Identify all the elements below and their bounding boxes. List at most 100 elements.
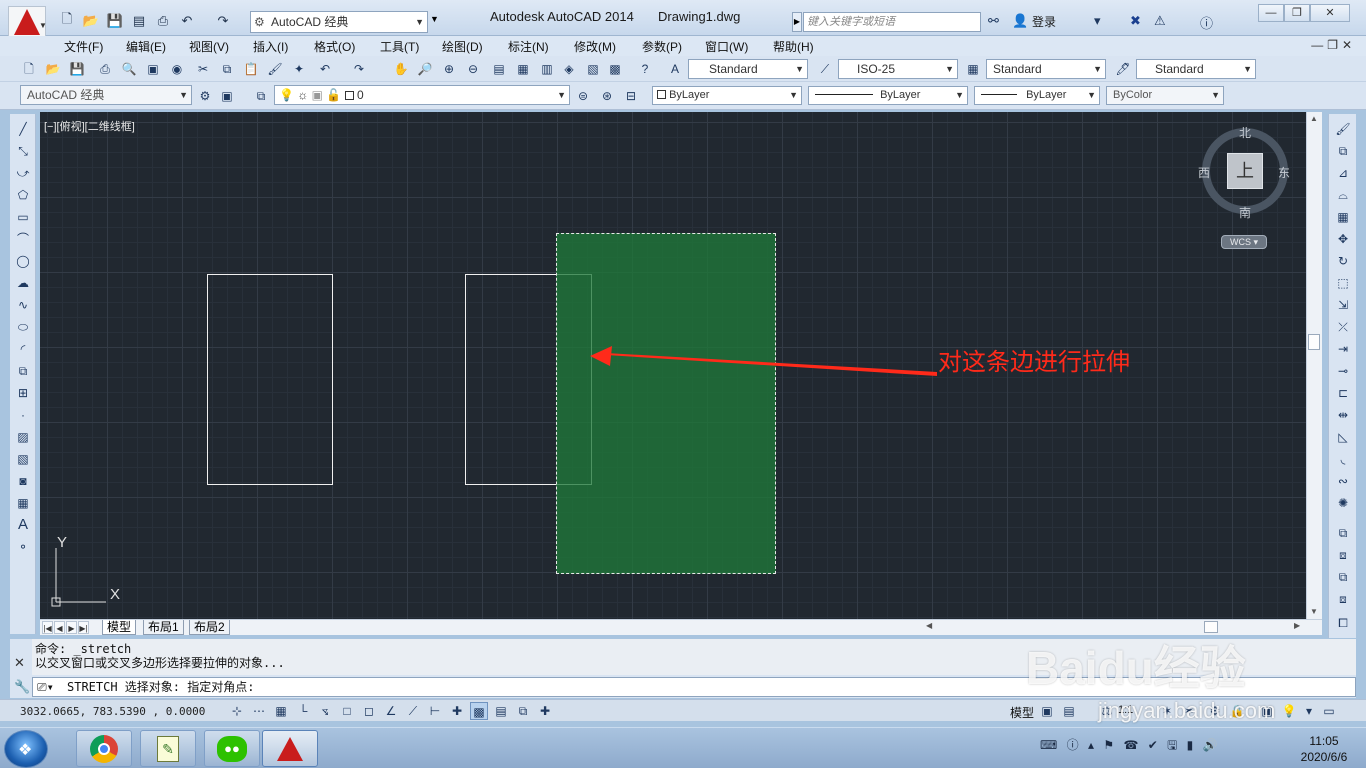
erase-icon[interactable]: 🖌 xyxy=(1334,120,1352,138)
mirror-icon[interactable]: ⊿ xyxy=(1334,164,1352,182)
menu-tools[interactable]: 工具(T) xyxy=(380,38,419,55)
multiline-text-icon[interactable]: A xyxy=(14,516,32,534)
annotation-scale-value[interactable]: 1:1 xyxy=(1118,704,1133,716)
layer-previous-icon[interactable]: ⊛ xyxy=(598,87,616,105)
hatch-icon[interactable]: ▨ xyxy=(14,428,32,446)
close-icon[interactable]: ✕ xyxy=(14,655,25,671)
chamfer-icon[interactable]: ◺ xyxy=(1334,428,1352,446)
stretch-icon[interactable]: ⇲ xyxy=(1334,296,1352,314)
fillet-icon[interactable]: ◟ xyxy=(1334,450,1352,468)
draworder-front-icon[interactable]: ⧉ xyxy=(1334,524,1352,542)
array-icon[interactable]: ▦ xyxy=(1334,208,1352,226)
revision-cloud-icon[interactable]: ☁ xyxy=(14,274,32,292)
offset-icon[interactable]: ⌓ xyxy=(1334,186,1352,204)
dropdown-arrow-icon[interactable]: ▾ xyxy=(1094,13,1101,29)
markup-icon[interactable]: ▧ xyxy=(584,60,602,78)
save-icon[interactable]: 💾 xyxy=(106,12,124,30)
new-icon[interactable]: 🗋 xyxy=(20,60,38,78)
draworder-under-icon[interactable]: ⧈ xyxy=(1334,590,1352,608)
copy-object-icon[interactable]: ⧉ xyxy=(1334,142,1352,160)
menu-help[interactable]: 帮助(H) xyxy=(773,38,814,55)
explode-icon[interactable]: ✺ xyxy=(1334,494,1352,512)
ortho-mode-icon[interactable]: └ xyxy=(294,702,312,720)
workspace-select[interactable]: ⚙ AutoCAD 经典 ▼ xyxy=(250,11,428,33)
break-at-point-icon[interactable]: ⊸ xyxy=(1334,362,1352,380)
grid-display-icon[interactable]: ▦ xyxy=(272,702,290,720)
table-style-select[interactable]: Standard ▼ xyxy=(986,59,1106,79)
menu-file[interactable]: 文件(F) xyxy=(64,38,103,55)
snap-mode-icon[interactable]: ⋯ xyxy=(250,702,268,720)
maximize-button[interactable]: ❐ xyxy=(1284,4,1310,22)
annotation-scale-icon[interactable]: ⚖ xyxy=(1098,702,1116,720)
menu-draw[interactable]: 绘图(D) xyxy=(442,38,483,55)
help-icon[interactable]: ⓘ xyxy=(1200,13,1213,32)
compass-east[interactable]: 东 xyxy=(1278,164,1290,181)
quick-properties-icon[interactable]: ▤ xyxy=(492,702,510,720)
system-tray-icons[interactable]: ⌨ ⓘ ▴ ⚑ ☎ ✔ 🖫 ▮ 🔊 xyxy=(1040,736,1221,757)
match-properties-icon[interactable]: 🖌 xyxy=(266,60,284,78)
new-file-icon[interactable]: 🗋 xyxy=(58,11,76,30)
scroll-up-icon[interactable]: ▲ xyxy=(1310,114,1318,123)
dimension-style-icon[interactable]: ⟋ xyxy=(816,60,834,78)
infer-constraints-icon[interactable]: ⊹ xyxy=(228,702,246,720)
table-icon[interactable]: ▦ xyxy=(14,494,32,512)
copy-icon[interactable]: ⧉ xyxy=(218,60,236,78)
scroll-left-icon[interactable]: ◀ xyxy=(926,621,932,630)
quick-view-drawings-icon[interactable]: ▤ xyxy=(1060,702,1078,720)
polygon-icon[interactable]: ⬠ xyxy=(14,186,32,204)
extend-icon[interactable]: ⇥ xyxy=(1334,340,1352,358)
construction-line-icon[interactable]: ⤡ xyxy=(14,142,32,160)
workspace-settings-icon[interactable]: ⚙ xyxy=(196,87,214,105)
undo-icon[interactable]: ↶ xyxy=(316,60,334,78)
first-tab-icon[interactable]: |◀ xyxy=(42,621,53,634)
viewcube-top-face[interactable]: 上 xyxy=(1227,153,1263,189)
taskbar-autocad[interactable] xyxy=(262,730,318,767)
tab-layout1[interactable]: 布局1 xyxy=(143,620,184,635)
taskbar-clock[interactable]: 11:05 2020/6/6 xyxy=(1296,733,1352,765)
3d-object-snap-icon[interactable]: ◻ xyxy=(360,702,378,720)
scroll-right-icon[interactable]: ▶ xyxy=(1294,621,1300,630)
arc-icon[interactable]: ⌒ xyxy=(14,230,32,248)
compass-south[interactable]: 南 xyxy=(1239,204,1251,221)
sheet-set-icon[interactable]: ◈ xyxy=(560,60,578,78)
object-snap-icon[interactable]: □ xyxy=(338,702,356,720)
close-button[interactable]: ✕ xyxy=(1310,4,1350,22)
document-window-controls[interactable]: —❐✕ xyxy=(1311,38,1356,52)
line-icon[interactable]: ╱ xyxy=(14,120,32,138)
prev-tab-icon[interactable]: ◀ xyxy=(54,621,65,634)
start-button[interactable]: ❖ xyxy=(4,730,48,768)
annotation-monitor-icon[interactable]: ✚ xyxy=(536,702,554,720)
polar-tracking-icon[interactable]: ⦪ xyxy=(316,702,334,720)
lineweight-icon[interactable]: ✚ xyxy=(448,702,466,720)
menu-insert[interactable]: 插入(I) xyxy=(253,38,288,55)
save-icon[interactable]: 💾 xyxy=(68,60,86,78)
menu-format[interactable]: 格式(O) xyxy=(314,38,355,55)
dimension-style-select[interactable]: ISO-25 ▼ xyxy=(838,59,958,79)
object-snap-tracking-icon[interactable]: ∠ xyxy=(382,702,400,720)
quick-view-layouts-icon[interactable]: ▣ xyxy=(1038,702,1056,720)
rotate-icon[interactable]: ↻ xyxy=(1334,252,1352,270)
workspace-save-icon[interactable]: ▣ xyxy=(218,87,236,105)
vertical-scrollbar[interactable] xyxy=(1306,112,1322,619)
command-recent-icon[interactable]: ⎚▾ xyxy=(37,678,54,696)
menu-dimension[interactable]: 标注(N) xyxy=(508,38,549,55)
model-space-toggle[interactable]: 模型 xyxy=(1010,704,1034,721)
compass-north[interactable]: 北 xyxy=(1239,124,1251,141)
help-icon[interactable]: ? xyxy=(636,60,654,78)
user-icon[interactable]: 👤 xyxy=(1012,13,1028,29)
zoom-window-icon[interactable]: ⊕ xyxy=(440,60,458,78)
break-icon[interactable]: ⊏ xyxy=(1334,384,1352,402)
calculator-icon[interactable]: ▩ xyxy=(606,60,624,78)
circle-icon[interactable]: ◯ xyxy=(14,252,32,270)
polyline-icon[interactable]: ⤻ xyxy=(14,164,32,182)
wrench-icon[interactable]: 🔧 xyxy=(14,679,30,695)
make-block-icon[interactable]: ⊞ xyxy=(14,384,32,402)
vertical-scroll-thumb[interactable] xyxy=(1308,334,1320,350)
menu-view[interactable]: 视图(V) xyxy=(189,38,229,55)
application-menu-button[interactable]: ▼ xyxy=(8,6,47,38)
hardware-acceleration-icon[interactable]: ▣ xyxy=(1258,702,1276,720)
drawing-viewport[interactable]: [−][俯视][二维线框] 对这条边进行拉伸 上 北 南 东 西 WCS ▾ Y… xyxy=(40,112,1306,619)
status-bar-menu-icon[interactable]: ▾ xyxy=(1300,702,1318,720)
blend-curves-icon[interactable]: ∾ xyxy=(1334,472,1352,490)
spline-icon[interactable]: ∿ xyxy=(14,296,32,314)
